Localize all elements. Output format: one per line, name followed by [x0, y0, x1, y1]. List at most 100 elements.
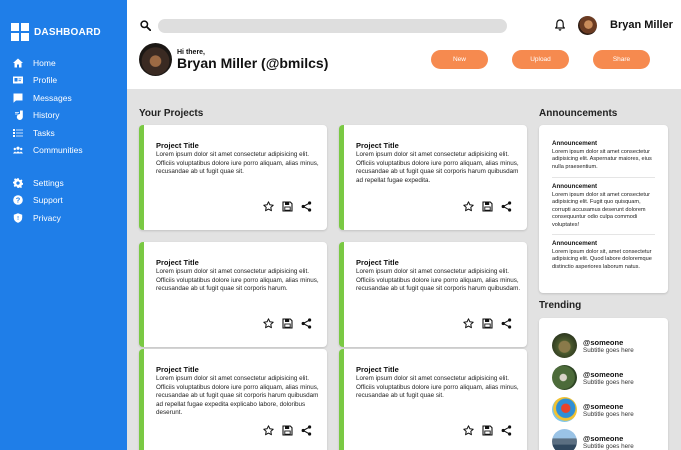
- user-name[interactable]: Bryan Miller: [610, 19, 673, 31]
- secondary-nav: Settings ? Support ! Privacy: [0, 174, 127, 227]
- search-icon[interactable]: [140, 20, 151, 31]
- nav-label: Messages: [33, 92, 72, 103]
- star-icon[interactable]: [463, 318, 474, 329]
- project-card[interactable]: Project Title Lorem ipsum dolor sit amet …: [339, 125, 527, 230]
- project-description: Lorem ipsum dolor sit amet consectetur a…: [356, 375, 519, 400]
- greeting-name: Bryan Miller (@bmilcs): [177, 55, 329, 71]
- trending-item[interactable]: @someone Subtitle goes here: [552, 429, 634, 450]
- nav-label: Home: [33, 57, 56, 68]
- nav-label: Tasks: [33, 127, 55, 138]
- dashboard-logo-icon: [11, 23, 29, 41]
- trending-subtitle: Subtitle goes here: [583, 346, 634, 354]
- save-icon[interactable]: [482, 318, 493, 329]
- trending-name: @someone: [583, 337, 624, 347]
- save-icon[interactable]: [282, 201, 293, 212]
- divider: [552, 234, 655, 235]
- header: Bryan Miller Hi there, Bryan Miller (@bm…: [127, 0, 681, 89]
- gear-icon: [13, 178, 23, 188]
- nav-item-messages[interactable]: Messages: [0, 89, 127, 107]
- project-card[interactable]: Project Title Lorem ipsum dolor sit amet …: [139, 242, 327, 347]
- project-title: Project Title: [356, 258, 399, 267]
- project-title: Project Title: [356, 141, 399, 150]
- project-card[interactable]: Project Title Lorem ipsum dolor sit amet …: [339, 349, 527, 450]
- profile-card-icon: [13, 76, 23, 84]
- announcement-item[interactable]: Announcement Lorem ipsum dolor sit amet …: [552, 140, 660, 171]
- trending-avatar: [552, 333, 577, 358]
- trending-avatar: [552, 429, 577, 450]
- share-icon[interactable]: [501, 318, 512, 329]
- share-icon[interactable]: [501, 201, 512, 212]
- project-description: Lorem ipsum dolor sit amet consectetur a…: [356, 268, 521, 293]
- announcement-title: Announcement: [552, 140, 598, 147]
- projects-heading: Your Projects: [139, 108, 204, 119]
- nav-label: Profile: [33, 75, 58, 86]
- project-card[interactable]: Project Title Lorem ipsum dolor sit amet …: [139, 349, 327, 450]
- announcements-panel: Announcement Lorem ipsum dolor sit amet …: [539, 125, 668, 293]
- announcement-item[interactable]: Announcement Lorem ipsum dolor sit amet …: [552, 183, 660, 229]
- new-button[interactable]: New: [431, 50, 488, 69]
- trending-panel: @someone Subtitle goes here @someone Subti…: [539, 318, 668, 450]
- share-button[interactable]: Share: [593, 50, 650, 69]
- nav-item-tasks[interactable]: Tasks: [0, 124, 127, 142]
- trending-subtitle: Subtitle goes here: [583, 442, 634, 450]
- star-icon[interactable]: [463, 201, 474, 212]
- share-icon[interactable]: [301, 425, 312, 436]
- main-nav: Home Profile Messages History Tasks Comm…: [0, 54, 127, 159]
- history-icon: [14, 110, 23, 121]
- nav-item-communities[interactable]: Communities: [0, 142, 127, 160]
- project-card[interactable]: Project Title Lorem ipsum dolor sit amet …: [339, 242, 527, 347]
- project-description: Lorem ipsum dolor sit amet consectetur a…: [156, 268, 319, 293]
- trending-avatar: [552, 397, 577, 422]
- star-icon[interactable]: [263, 318, 274, 329]
- project-card[interactable]: Project Title Lorem ipsum dolor sit amet …: [139, 125, 327, 230]
- brand-title: DASHBOARD: [34, 26, 101, 38]
- nav-label: Settings: [33, 177, 64, 188]
- divider: [552, 177, 655, 178]
- announcement-body: Lorem ipsum dolor sit, amet consectetur …: [552, 249, 652, 270]
- announcement-item[interactable]: Announcement Lorem ipsum dolor sit, amet…: [552, 240, 660, 271]
- star-icon[interactable]: [463, 425, 474, 436]
- save-icon[interactable]: [482, 201, 493, 212]
- people-icon: [13, 146, 23, 154]
- nav-item-support[interactable]: ? Support: [0, 192, 127, 210]
- save-icon[interactable]: [282, 425, 293, 436]
- project-title: Project Title: [356, 365, 399, 374]
- upload-button[interactable]: Upload: [512, 50, 569, 69]
- trending-item[interactable]: @someone Subtitle goes here: [552, 397, 634, 422]
- help-icon: ?: [13, 195, 23, 206]
- avatar[interactable]: [578, 16, 597, 35]
- announcement-body: Lorem ipsum dolor sit amet consectetur a…: [552, 149, 652, 170]
- trending-avatar: [552, 365, 577, 390]
- nav-item-history[interactable]: History: [0, 107, 127, 125]
- project-title: Project Title: [156, 141, 199, 150]
- nav-label: Communities: [33, 145, 83, 156]
- share-icon[interactable]: [501, 425, 512, 436]
- share-icon[interactable]: [301, 318, 312, 329]
- nav-item-home[interactable]: Home: [0, 54, 127, 72]
- sidebar: DASHBOARD Home Profile Messages History …: [0, 0, 127, 450]
- nav-label: Support: [33, 195, 63, 206]
- announcements-heading: Announcements: [539, 108, 618, 119]
- trending-item[interactable]: @someone Subtitle goes here: [552, 365, 634, 390]
- project-title: Project Title: [156, 258, 199, 267]
- project-description: Lorem ipsum dolor sit amet consectetur a…: [356, 151, 519, 184]
- nav-label: Privacy: [33, 212, 61, 223]
- star-icon[interactable]: [263, 201, 274, 212]
- message-icon: [13, 93, 23, 103]
- share-icon[interactable]: [301, 201, 312, 212]
- save-icon[interactable]: [282, 318, 293, 329]
- nav-item-privacy[interactable]: ! Privacy: [0, 209, 127, 227]
- shield-icon: !: [13, 212, 23, 223]
- nav-item-settings[interactable]: Settings: [0, 174, 127, 192]
- trending-subtitle: Subtitle goes here: [583, 410, 634, 418]
- search-input[interactable]: [158, 19, 507, 33]
- trending-item[interactable]: @someone Subtitle goes here: [552, 333, 634, 358]
- tasks-icon: [13, 128, 23, 137]
- svg-text:?: ?: [16, 196, 21, 205]
- nav-item-profile[interactable]: Profile: [0, 72, 127, 90]
- save-icon[interactable]: [482, 425, 493, 436]
- brand[interactable]: DASHBOARD: [11, 22, 127, 42]
- star-icon[interactable]: [263, 425, 274, 436]
- profile-avatar: [139, 43, 172, 76]
- bell-icon[interactable]: [554, 19, 566, 31]
